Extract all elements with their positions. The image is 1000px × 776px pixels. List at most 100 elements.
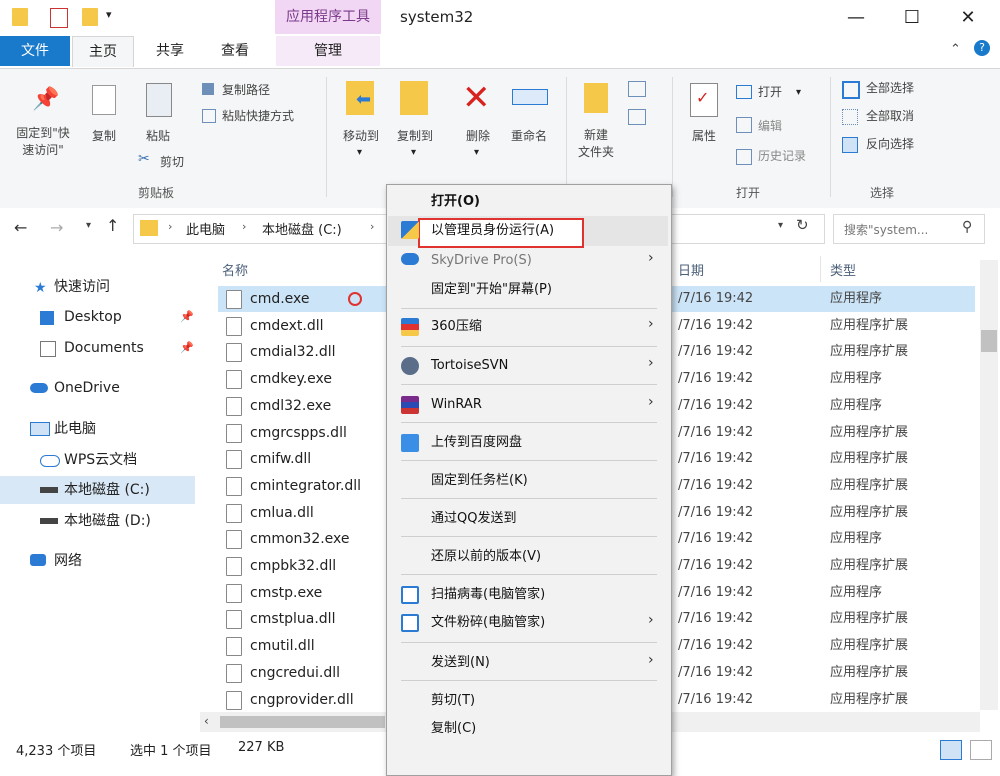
- menu-item-qq-send[interactable]: 通过QQ发送到: [431, 508, 516, 530]
- delete-button[interactable]: 删除: [456, 127, 500, 144]
- nav-wps-cloud[interactable]: WPS云文档: [64, 449, 137, 471]
- large-icons-view-icon[interactable]: [970, 740, 992, 760]
- menu-item-restore-versions[interactable]: 还原以前的版本(V): [431, 546, 541, 568]
- tab-view[interactable]: 查看: [205, 36, 265, 66]
- file-name[interactable]: cmpbk32.dll: [250, 556, 336, 576]
- search-input[interactable]: 搜索"system... ⚲: [833, 214, 985, 244]
- file-name[interactable]: cmintegrator.dll: [250, 476, 361, 496]
- menu-item-scan-virus[interactable]: 扫描病毒(电脑管家): [431, 584, 545, 606]
- horizontal-scroll-thumb[interactable]: [220, 716, 385, 728]
- pin-icon[interactable]: 📌: [180, 310, 194, 323]
- new-folder-icon[interactable]: [82, 8, 98, 26]
- properties-button[interactable]: 属性: [682, 127, 726, 144]
- menu-item-cut[interactable]: 剪切(T): [431, 690, 475, 712]
- menu-item-copy[interactable]: 复制(C): [431, 718, 476, 740]
- menu-item-skydrive[interactable]: SkyDrive Pro(S): [431, 250, 532, 272]
- help-icon[interactable]: ?: [974, 40, 990, 56]
- column-header-type[interactable]: 类型: [830, 260, 856, 279]
- column-header-name[interactable]: 名称: [222, 260, 248, 279]
- breadcrumb-this-pc[interactable]: 此电脑: [186, 219, 225, 238]
- nav-d-drive[interactable]: 本地磁盘 (D:): [64, 510, 151, 532]
- tab-file[interactable]: 文件: [0, 36, 70, 66]
- file-name[interactable]: cmlua.dll: [250, 503, 314, 523]
- copy-path-button[interactable]: 复制路径: [222, 81, 270, 98]
- back-arrow-icon[interactable]: ←: [14, 218, 27, 237]
- close-button[interactable]: ✕: [948, 4, 988, 32]
- menu-item-file-shred[interactable]: 文件粉碎(电脑管家): [431, 612, 545, 634]
- menu-item-tortoisesvn[interactable]: TortoiseSVN: [431, 355, 508, 377]
- vertical-scroll-thumb[interactable]: [981, 330, 997, 352]
- scroll-left-icon[interactable]: ‹: [204, 714, 209, 728]
- copy-to-dropdown-icon[interactable]: ▾: [411, 147, 416, 158]
- column-header-date[interactable]: 日期: [678, 260, 704, 279]
- new-item-icon[interactable]: [628, 81, 646, 97]
- menu-item-pin-start[interactable]: 固定到"开始"屏幕(P): [431, 279, 552, 301]
- nav-onedrive[interactable]: OneDrive: [54, 377, 120, 399]
- copy-to-button[interactable]: 复制到: [390, 127, 440, 144]
- menu-item-open[interactable]: 打开(O): [431, 191, 480, 213]
- tab-home[interactable]: 主页: [72, 36, 134, 67]
- history-button[interactable]: 历史记录: [758, 147, 806, 164]
- menu-item-pin-taskbar[interactable]: 固定到任务栏(K): [431, 470, 528, 492]
- tab-manage[interactable]: 管理: [276, 36, 380, 66]
- file-name[interactable]: cmmon32.exe: [250, 529, 350, 549]
- paste-button[interactable]: 粘贴: [136, 127, 180, 144]
- menu-item-baidu-upload[interactable]: 上传到百度网盘: [431, 432, 522, 454]
- file-name[interactable]: cmdial32.dll: [250, 342, 336, 362]
- select-none-button[interactable]: 全部取消: [866, 107, 914, 124]
- nav-this-pc[interactable]: 此电脑: [54, 418, 96, 440]
- file-name[interactable]: cmstplua.dll: [250, 609, 335, 629]
- refresh-icon[interactable]: ↻: [796, 216, 809, 234]
- menu-item-send-to[interactable]: 发送到(N): [431, 652, 490, 674]
- nav-network[interactable]: 网络: [54, 550, 82, 572]
- nav-documents[interactable]: Documents: [64, 337, 144, 359]
- properties-icon[interactable]: [50, 8, 68, 28]
- address-dropdown-icon[interactable]: ▾: [778, 220, 783, 231]
- minimize-button[interactable]: —: [836, 4, 876, 32]
- file-name[interactable]: cmdext.dll: [250, 316, 323, 336]
- file-name[interactable]: cmdl32.exe: [250, 396, 331, 416]
- ribbon-separator: [672, 77, 673, 197]
- tab-share[interactable]: 共享: [140, 36, 200, 66]
- edit-button[interactable]: 编辑: [758, 117, 782, 134]
- forward-arrow-icon[interactable]: →: [50, 218, 63, 237]
- file-name[interactable]: cmstp.exe: [250, 583, 322, 603]
- file-name[interactable]: cmgrcspps.dll: [250, 423, 347, 443]
- file-name[interactable]: cmutil.dll: [250, 636, 315, 656]
- move-to-dropdown-icon[interactable]: ▾: [357, 147, 362, 158]
- menu-item-winrar[interactable]: WinRAR: [431, 394, 482, 416]
- copy-button[interactable]: 复制: [84, 127, 124, 144]
- invert-selection-button[interactable]: 反向选择: [866, 135, 914, 152]
- easy-access-icon[interactable]: [628, 109, 646, 125]
- pin-quick-access-button[interactable]: 固定到"快 速访问": [4, 125, 82, 159]
- open-dropdown-icon[interactable]: ▾: [796, 87, 801, 98]
- recent-locations-icon[interactable]: ▾: [86, 220, 91, 231]
- delete-dropdown-icon[interactable]: ▾: [474, 147, 479, 158]
- pin-icon[interactable]: 📌: [180, 341, 194, 354]
- file-name[interactable]: cmd.exe: [250, 289, 310, 309]
- menu-item-run-as-admin[interactable]: 以管理员身份运行(A): [431, 220, 554, 242]
- paste-shortcut-button[interactable]: 粘贴快捷方式: [222, 107, 294, 124]
- cut-button[interactable]: 剪切: [160, 153, 184, 170]
- menu-item-360zip[interactable]: 360压缩: [431, 316, 482, 338]
- file-name[interactable]: cngcredui.dll: [250, 663, 340, 683]
- collapse-ribbon-icon[interactable]: ⌃: [950, 42, 961, 57]
- maximize-button[interactable]: ☐: [892, 4, 932, 32]
- select-all-button[interactable]: 全部选择: [866, 79, 914, 96]
- vertical-scrollbar[interactable]: [980, 260, 998, 710]
- details-view-icon[interactable]: [940, 740, 962, 760]
- up-arrow-icon[interactable]: ↑: [106, 216, 119, 235]
- file-name[interactable]: cmdkey.exe: [250, 369, 332, 389]
- new-folder-button[interactable]: 新建 文件夹: [568, 127, 624, 161]
- file-name[interactable]: cmifw.dll: [250, 449, 311, 469]
- customize-quick-access-icon[interactable]: ▾: [106, 8, 112, 21]
- nav-desktop[interactable]: Desktop: [64, 306, 122, 328]
- open-button[interactable]: 打开: [758, 83, 782, 100]
- file-date: /7/16 19:42: [678, 638, 754, 653]
- file-name[interactable]: cngprovider.dll: [250, 690, 354, 710]
- nav-quick-access[interactable]: 快速访问: [54, 276, 110, 298]
- breadcrumb-c-drive[interactable]: 本地磁盘 (C:): [262, 219, 342, 238]
- nav-c-drive[interactable]: 本地磁盘 (C:): [64, 479, 150, 501]
- rename-button[interactable]: 重命名: [504, 127, 554, 144]
- move-to-button[interactable]: 移动到: [336, 127, 386, 144]
